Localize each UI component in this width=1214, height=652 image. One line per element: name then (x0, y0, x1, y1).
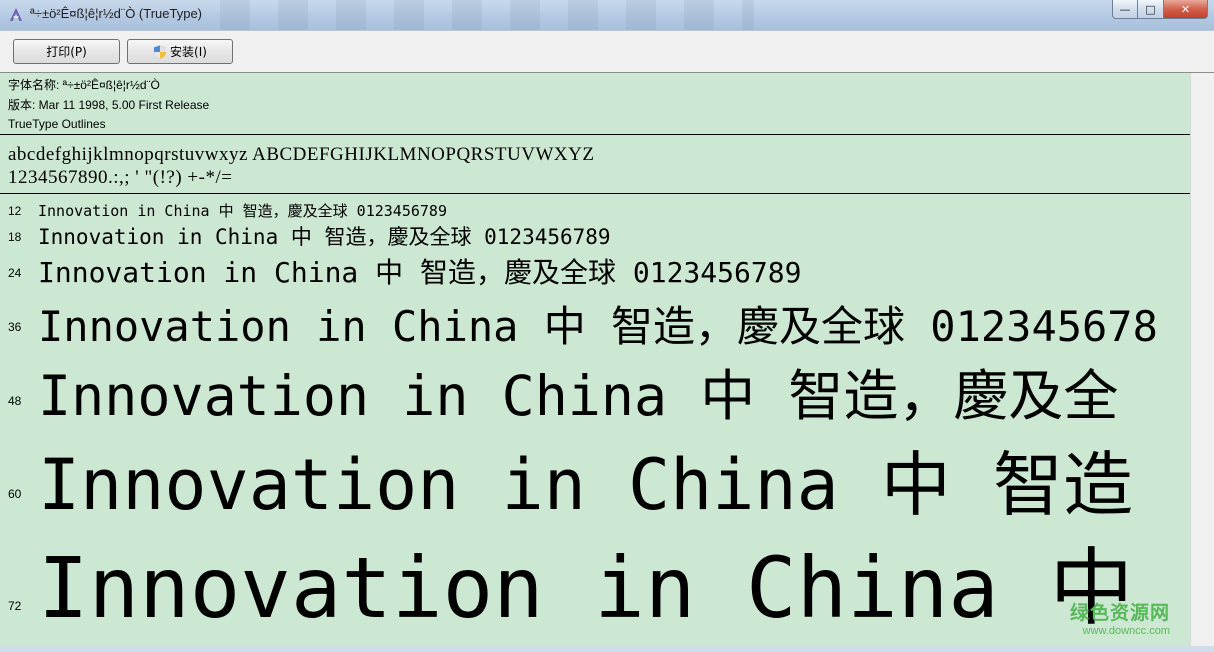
sample-text: Innovation in China 中 (38, 539, 1134, 637)
title-bar[interactable]: ª÷±ö²Ê¤ß¦ê¦r½d¨Ò (TrueType) — □ ✕ (0, 0, 1214, 30)
close-icon: ✕ (1180, 2, 1191, 16)
size-label: 24 (8, 266, 22, 280)
size-label: 60 (8, 487, 22, 501)
toolbar: 打印(P) 安装(I) (0, 30, 1214, 72)
watermark-title: 绿色资源网 (1069, 602, 1170, 624)
font-info-block: 字体名称: ª÷±ö²Ê¤ß¦ê¦r½d¨Ò 版本: Mar 11 1998, … (8, 76, 209, 135)
size-label: 48 (8, 394, 22, 408)
title-bar-background-ghost (220, 0, 754, 30)
window-controls: — □ ✕ (1112, 0, 1208, 20)
font-version-line: 版本: Mar 11 1998, 5.00 First Release (8, 97, 210, 112)
size-label: 12 (8, 204, 22, 218)
window-title: ª÷±ö²Ê¤ß¦ê¦r½d¨Ò (TrueType) (30, 6, 203, 21)
size-label: 72 (8, 599, 22, 613)
sample-text: Innovation in China 中 智造 (38, 444, 1134, 526)
sample-text: Innovation in China 中 智造，慶及全球 0123456789 (38, 225, 611, 249)
watermark-url: www.downcc.com (1082, 625, 1170, 637)
minimize-icon: — (1119, 2, 1131, 16)
vertical-scrollbar[interactable] (1190, 73, 1214, 646)
charset-digits-symbols: 1234567890.:,; ' "(!?) +-*/= (8, 167, 233, 188)
sample-text: Innovation in China 中 智造，慶及全球 0123456789 (38, 202, 447, 220)
install-button-label: 安装(I) (170, 45, 207, 59)
print-button[interactable]: 打印(P) (13, 39, 120, 64)
charset-sample: abcdefghijklmnopqrstuvwxyz ABCDEFGHIJKLM… (8, 143, 594, 189)
font-viewer-app-icon (10, 8, 22, 21)
close-button[interactable]: ✕ (1164, 0, 1208, 19)
sample-text: Innovation in China 中 智造，慶及全 (38, 364, 1119, 428)
font-name-line: 字体名称: ª÷±ö²Ê¤ß¦ê¦r½d¨Ò (8, 78, 160, 92)
preview-pane: 字体名称: ª÷±ö²Ê¤ß¦ê¦r½d¨Ò 版本: Mar 11 1998, … (0, 73, 1190, 646)
size-label: 36 (8, 320, 22, 334)
sample-text: Innovation in China 中 智造，慶及全球 0123456789 (38, 256, 802, 289)
separator-line (0, 193, 1190, 194)
font-outlines-line: TrueType Outlines (8, 117, 106, 131)
font-preview-area[interactable]: 字体名称: ª÷±ö²Ê¤ß¦ê¦r½d¨Ò 版本: Mar 11 1998, … (0, 72, 1214, 646)
maximize-icon: □ (1145, 2, 1156, 16)
charset-letters: abcdefghijklmnopqrstuvwxyz ABCDEFGHIJKLM… (8, 144, 595, 165)
site-watermark: 绿色资源网 www.downcc.com (1070, 598, 1170, 637)
install-button[interactable]: 安装(I) (127, 39, 233, 64)
minimize-button[interactable]: — (1112, 0, 1138, 19)
maximize-button[interactable]: □ (1138, 0, 1164, 19)
size-label: 18 (8, 230, 22, 244)
separator-line (0, 134, 1190, 135)
print-button-label: 打印(P) (46, 45, 87, 59)
sample-text: Innovation in China 中 智造，慶及全球 012345678 (38, 302, 1158, 351)
uac-shield-icon (154, 45, 167, 58)
